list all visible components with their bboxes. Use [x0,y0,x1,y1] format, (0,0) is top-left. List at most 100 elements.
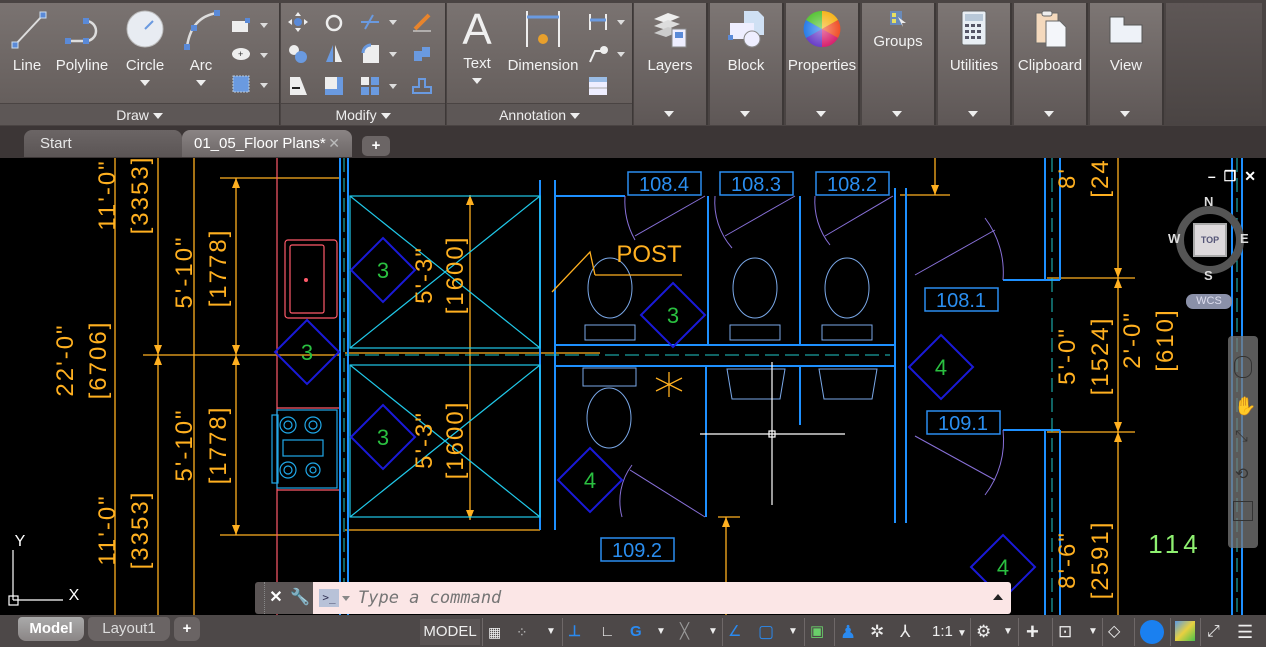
infer-constraints-toggle[interactable]: ⊥ [568,619,581,645]
ortho-toggle[interactable]: ∟ [600,619,615,645]
tab-model[interactable]: Model [18,617,84,641]
snap-dropdown[interactable]: ▼ [546,619,556,645]
command-line-handle[interactable] [255,582,265,614]
command-prompt-icon[interactable]: >_ [319,589,339,607]
new-tab-button[interactable]: + [362,136,390,156]
grid-toggle[interactable]: ▦ [488,619,501,645]
arc-button[interactable]: Arc [178,7,224,91]
transparency-toggle[interactable]: ▣ [810,619,824,645]
add-layout-button[interactable]: + [174,617,200,641]
rotate-button[interactable] [323,11,345,33]
fillet-dropdown-caret[interactable] [389,52,397,57]
annotation-scale-icon[interactable]: ⅄ [900,619,910,645]
circle-button[interactable]: Circle [120,7,170,91]
command-input-area[interactable]: >_ [313,582,1011,614]
object-snap-tracking-toggle[interactable]: ∠ [728,619,741,645]
annotation-scale-dropdown[interactable]: 1:1 ▼ [932,619,967,645]
block-panel-button[interactable]: Block [710,3,784,125]
model-space-toggle[interactable]: MODEL [420,619,480,645]
linear-dimension-caret[interactable] [617,20,625,25]
clipboard-panel-button[interactable]: Clipboard [1014,3,1088,125]
polyline-button[interactable]: Polyline [52,7,112,74]
arc-dropdown-caret[interactable] [196,80,206,87]
tab-floor-plans[interactable]: 01_05_Floor Plans* ✕ [182,130,352,157]
snap-toggle[interactable]: ⁘ [516,619,528,645]
draw-panel-title[interactable]: Draw [0,103,279,125]
drawing-canvas[interactable]: 3 3 3 3 4 4 4 108.4 108.3 108.2 108.1 10… [0,158,1266,615]
restore-icon[interactable]: ❐ [1224,168,1237,185]
pan-icon[interactable]: ✋ [1234,396,1256,417]
leader-button[interactable] [587,43,609,65]
groups-panel-button[interactable]: Groups [862,3,936,125]
hatch-dropdown-caret[interactable] [260,53,268,58]
orbit-icon[interactable]: ⟲ [1235,464,1248,484]
steering-wheel-icon[interactable] [1234,356,1252,378]
compass-west[interactable]: W [1168,231,1180,246]
fillet-button[interactable] [359,43,381,65]
clean-screen-icon[interactable]: ⤢ [1207,619,1220,645]
zoom-extents-icon[interactable]: ⤡ [1235,428,1248,446]
move-button[interactable] [287,11,309,33]
tab-start[interactable]: Start [24,130,182,157]
rectangle-button[interactable] [230,15,252,37]
viewcube[interactable]: TOP N S W E [1168,194,1252,283]
close-command-line-icon[interactable]: ✕ [265,582,287,614]
annotation-monitor-icon[interactable]: + [1026,619,1039,645]
customization-menu-icon[interactable]: ☰ [1237,619,1253,645]
rectangle-dropdown-caret[interactable] [260,23,268,28]
isolate-objects-icon[interactable] [1140,620,1164,644]
view-panel-button[interactable]: View [1090,3,1164,125]
command-history-toggle[interactable] [993,594,1003,600]
isodraft-toggle[interactable]: ╳ [680,619,689,645]
compass-east[interactable]: E [1240,231,1249,246]
object-snap-dropdown[interactable]: ▼ [788,619,798,645]
array-button[interactable] [359,75,381,97]
dimension-button[interactable]: Dimension [505,7,581,74]
offset-button[interactable] [411,75,433,97]
array-dropdown-caret[interactable] [389,84,397,89]
viewcube-top-face[interactable]: TOP [1193,223,1227,257]
command-input[interactable] [358,588,1011,608]
text-button[interactable]: A Text [453,7,501,89]
units-icon[interactable]: ⊡ [1058,619,1072,645]
scale-button[interactable] [323,75,345,97]
hardware-acceleration-icon[interactable] [1175,621,1195,641]
trim-button[interactable] [359,11,381,33]
polar-tracking-toggle[interactable]: G [630,619,642,645]
workspace-dropdown[interactable]: ▼ [1003,619,1013,645]
linear-dimension-button[interactable] [587,11,609,33]
modify-panel-title[interactable]: Modify [281,103,445,125]
stretch-button[interactable] [287,75,309,97]
table-button[interactable] [587,75,609,97]
erase-button[interactable] [411,11,433,33]
units-dropdown[interactable]: ▼ [1088,619,1098,645]
properties-panel-button[interactable]: Properties [786,3,860,125]
annotation-visibility-toggle[interactable]: ♟ [840,619,856,645]
customize-wrench-icon[interactable]: 🔧 [287,582,313,614]
boundary-button[interactable] [230,73,252,95]
isodraft-dropdown[interactable]: ▼ [708,619,718,645]
line-button[interactable]: Line [4,7,50,74]
minimize-icon[interactable]: – [1208,168,1216,185]
utilities-panel-button[interactable]: Utilities [938,3,1012,125]
tab-layout1[interactable]: Layout1 [88,617,170,641]
close-tab-icon[interactable]: ✕ [328,130,340,157]
polar-dropdown[interactable]: ▼ [656,619,666,645]
compass-north[interactable]: N [1204,194,1213,209]
compass-south[interactable]: S [1204,268,1213,283]
mirror-button[interactable] [323,43,345,65]
auto-scale-toggle[interactable]: ✲ [870,619,884,645]
trim-dropdown-caret[interactable] [389,20,397,25]
showmotion-icon[interactable] [1233,501,1253,521]
text-dropdown-caret[interactable] [472,78,482,85]
annotation-panel-title[interactable]: Annotation [447,103,632,125]
wcs-menu[interactable]: WCS [1186,294,1232,309]
close-icon[interactable]: ✕ [1244,168,1256,185]
hatch-button[interactable]: + [230,43,252,65]
boundary-dropdown-caret[interactable] [260,83,268,88]
layers-panel-button[interactable]: Layers [634,3,708,125]
circle-dropdown-caret[interactable] [140,80,150,87]
explode-button[interactable] [411,43,433,65]
recent-commands-caret[interactable] [342,595,350,601]
workspace-gear-icon[interactable]: ⚙ [976,619,991,645]
